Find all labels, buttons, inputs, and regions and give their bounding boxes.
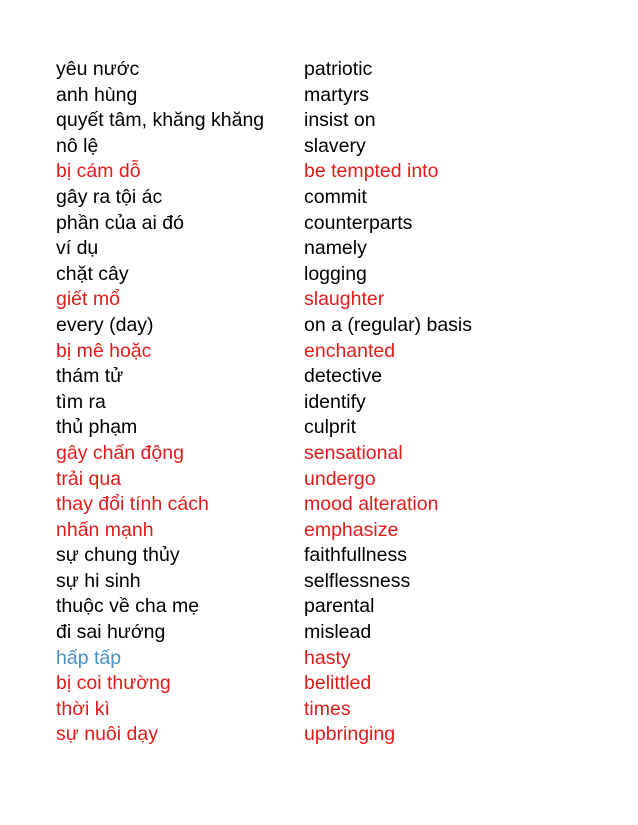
- vocabulary-row: giết mổ slaughter: [56, 287, 616, 313]
- english-term: martyrs: [304, 83, 369, 106]
- vietnamese-term: yêu nước: [56, 58, 140, 80]
- english-term: counterparts: [304, 211, 413, 234]
- vietnamese-term: quyết tâm, khăng khăng: [56, 109, 265, 132]
- english-term: mislead: [304, 621, 372, 644]
- vocabulary-row: sự nuôi dạy upbringing: [56, 722, 616, 748]
- english-term: be tempted into: [304, 160, 439, 183]
- vocabulary-list: yêu nước patriotic anh hùng martyrs quyết tâ…: [56, 57, 616, 748]
- vietnamese-term: thuộc về cha mẹ: [56, 595, 200, 618]
- vocabulary-row: thám tử detective: [56, 364, 616, 390]
- vocabulary-row: trải qua undergo: [56, 467, 616, 493]
- vocabulary-row: sự chung thủy faithfullness: [56, 543, 616, 569]
- vocabulary-row: ví dụ namely: [56, 236, 616, 262]
- vocabulary-row: gây chấn động sensational: [56, 441, 616, 467]
- vietnamese-term: thay đổi tính cách: [56, 493, 209, 516]
- english-term: slaughter: [304, 288, 385, 311]
- vietnamese-term: gây ra tội ác: [56, 185, 163, 208]
- english-term: faithfullness: [304, 544, 407, 567]
- vietnamese-term: nô lệ: [56, 134, 99, 157]
- vietnamese-term: sự chung thủy: [56, 544, 180, 567]
- english-term: culprit: [304, 416, 357, 439]
- vietnamese-term: hấp tấp: [56, 646, 122, 669]
- vocabulary-row: anh hùng martyrs: [56, 83, 616, 109]
- vocabulary-row: every (day) on a (regular) basis: [56, 313, 616, 339]
- vocabulary-row: thủ phạm culprit: [56, 415, 616, 441]
- vietnamese-term: bị mê hoặc: [56, 339, 152, 362]
- vocabulary-row: đi sai hướng mislead: [56, 620, 616, 646]
- english-term: parental: [304, 595, 375, 618]
- vietnamese-term: thời kì: [56, 697, 110, 720]
- english-term: namely: [304, 237, 367, 260]
- vocabulary-row: thời kì times: [56, 697, 616, 723]
- vocabulary-row: bị coi thường belittled: [56, 671, 616, 697]
- english-term: upbringing: [304, 723, 396, 746]
- vocabulary-row: thay đổi tính cách mood alteration: [56, 492, 616, 518]
- vietnamese-term: thám tử: [56, 365, 124, 388]
- vietnamese-term: bị cám dỗ: [56, 160, 141, 183]
- english-term: slavery: [304, 134, 366, 157]
- english-term: undergo: [304, 467, 376, 490]
- vietnamese-term: đi sai hướng: [56, 621, 166, 644]
- vietnamese-term: every (day): [56, 313, 154, 336]
- vietnamese-term: thủ phạm: [56, 416, 138, 439]
- vietnamese-term: tìm ra: [56, 390, 106, 413]
- vocabulary-row: nhấn mạnh emphasize: [56, 518, 616, 544]
- english-term: belittled: [304, 672, 372, 695]
- vietnamese-term: bị coi thường: [56, 672, 171, 695]
- english-term: logging: [304, 262, 367, 285]
- vocabulary-row: tìm ra identify: [56, 390, 616, 416]
- vocabulary-row: nô lệ slavery: [56, 134, 616, 160]
- vietnamese-term: giết mổ: [56, 288, 120, 311]
- english-term: emphasize: [304, 518, 399, 541]
- vietnamese-term: phần của ai đó: [56, 211, 184, 234]
- vocabulary-row: bị cám dỗ be tempted into: [56, 159, 616, 185]
- vocabulary-row: quyết tâm, khăng khăng insist on: [56, 108, 616, 134]
- vietnamese-term: sự hi sinh: [56, 569, 141, 592]
- vietnamese-term: ví dụ: [56, 237, 99, 260]
- english-term: insist on: [304, 109, 376, 132]
- english-term: commit: [304, 185, 367, 208]
- english-term: detective: [304, 365, 383, 388]
- english-term: hasty: [304, 646, 351, 669]
- english-term: mood alteration: [304, 493, 439, 516]
- english-term: identify: [304, 390, 366, 413]
- english-term: times: [304, 697, 351, 720]
- english-term: patriotic: [304, 58, 373, 80]
- document-page: { "colors": { "black": "#000000", "red":…: [0, 0, 638, 825]
- vietnamese-term: chặt cây: [56, 262, 129, 285]
- vocabulary-row: gây ra tội ác commit: [56, 185, 616, 211]
- english-term: enchanted: [304, 339, 396, 362]
- vietnamese-term: trải qua: [56, 467, 122, 490]
- vocabulary-row: phần của ai đó counterparts: [56, 211, 616, 237]
- vocabulary-row: yêu nước patriotic: [56, 57, 616, 83]
- vietnamese-term: nhấn mạnh: [56, 518, 154, 541]
- vocabulary-row: thuộc về cha mẹ parental: [56, 594, 616, 620]
- vietnamese-term: anh hùng: [56, 83, 138, 106]
- vocabulary-row: chặt cây logging: [56, 262, 616, 288]
- english-term: on a (regular) basis: [304, 313, 472, 336]
- english-term: selflessness: [304, 569, 411, 592]
- vocabulary-row: sự hi sinh selflessness: [56, 569, 616, 595]
- vietnamese-term: gây chấn động: [56, 441, 184, 464]
- vocabulary-row: bị mê hoặc enchanted: [56, 339, 616, 365]
- vocabulary-row: hấp tấp hasty: [56, 646, 616, 672]
- english-term: sensational: [304, 441, 403, 464]
- vietnamese-term: sự nuôi dạy: [56, 723, 158, 746]
